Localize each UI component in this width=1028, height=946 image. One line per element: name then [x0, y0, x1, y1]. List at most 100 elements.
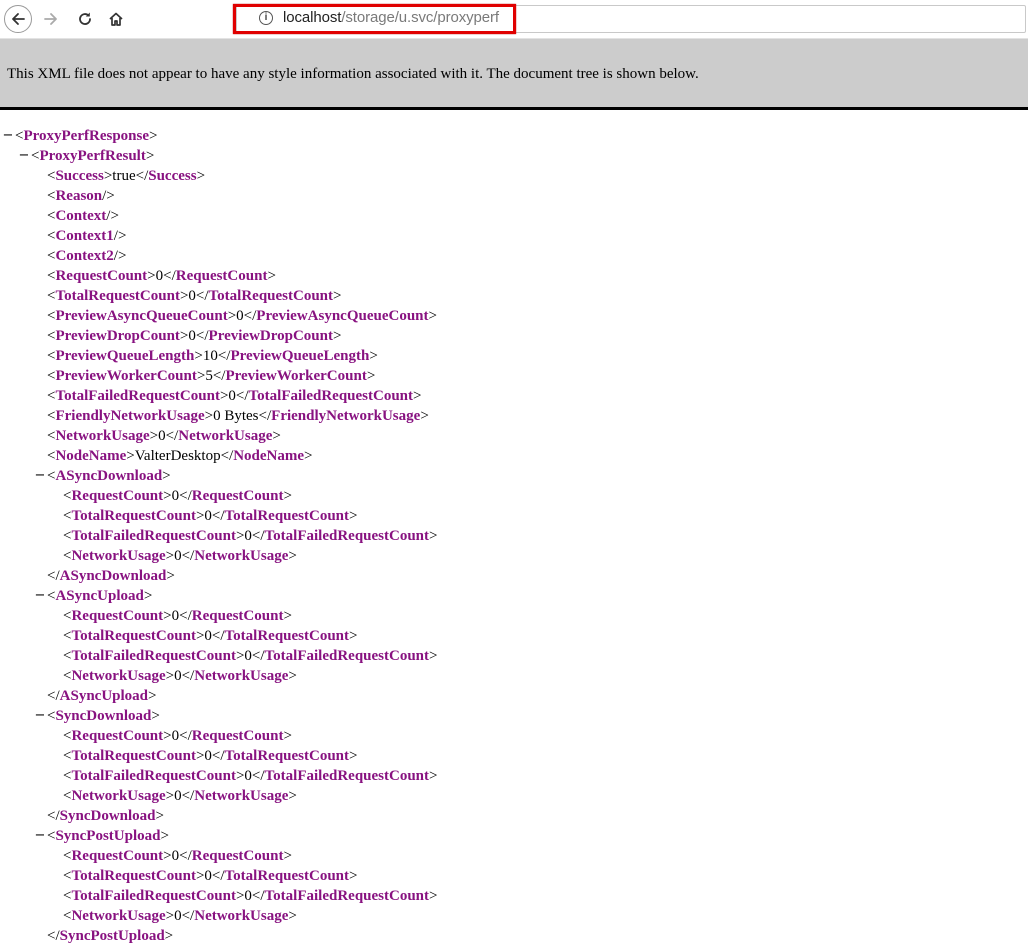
xml-line: <Context1/>: [0, 226, 1028, 246]
xml-tag-name: NetworkUsage: [194, 788, 289, 804]
collapse-toggle-icon[interactable]: −: [1, 126, 15, 146]
xml-punct: >: [162, 468, 171, 484]
xml-text-value: 0: [244, 528, 252, 544]
xml-punct: >: [194, 348, 203, 364]
xml-tag-name: PreviewWorkerCount: [55, 368, 197, 384]
xml-line: <NetworkUsage>0</NetworkUsage>: [0, 546, 1028, 566]
xml-punct: >: [166, 568, 175, 584]
xml-tag-name: RequestCount: [191, 728, 284, 744]
xml-tag-name: Reason: [55, 188, 103, 204]
xml-punct: >: [272, 428, 281, 444]
xml-punct: >: [429, 888, 438, 904]
xml-line: <NetworkUsage>0</NetworkUsage>: [0, 906, 1028, 926]
xml-tag-name: FriendlyNetworkUsage: [55, 408, 205, 424]
xml-tag-name: TotalRequestCount: [224, 628, 350, 644]
xml-text-value: 0: [204, 868, 212, 884]
xml-line-content: <NetworkUsage>0</NetworkUsage>: [63, 786, 297, 806]
xml-tag-name: NodeName: [233, 448, 305, 464]
xml-tag-name: TotalRequestCount: [224, 748, 350, 764]
xml-line-content: <TotalFailedRequestCount>0</TotalFailedR…: [63, 526, 437, 546]
xml-punct: />: [113, 228, 127, 244]
xml-tag-name: PreviewQueueLength: [55, 348, 195, 364]
xml-line: − <ASyncUpload>: [0, 586, 1028, 606]
xml-punct: >: [163, 608, 172, 624]
collapse-toggle-icon[interactable]: −: [17, 146, 31, 166]
xml-line-content: <NetworkUsage>0</NetworkUsage>: [63, 546, 297, 566]
xml-tag-name: SyncDownload: [55, 708, 152, 724]
xml-line: </ASyncDownload>: [0, 566, 1028, 586]
xml-punct: >: [160, 828, 169, 844]
collapse-toggle-icon[interactable]: −: [33, 706, 47, 726]
xml-punct: >: [413, 388, 422, 404]
xml-punct: </: [181, 668, 195, 684]
xml-punct: >: [428, 308, 437, 324]
xml-tag-name: ASyncDownload: [55, 468, 163, 484]
xml-line: <Reason/>: [0, 186, 1028, 206]
xml-line: </SyncDownload>: [0, 806, 1028, 826]
xml-tag-name: RequestCount: [191, 848, 284, 864]
xml-tag-name: NetworkUsage: [194, 908, 289, 924]
xml-line-content: <ProxyPerfResult>: [31, 146, 154, 166]
xml-punct: >: [163, 728, 172, 744]
xml-tag-name: SyncPostUpload: [59, 928, 165, 944]
xml-line: <PreviewQueueLength>10</PreviewQueueLeng…: [0, 346, 1028, 366]
xml-text-value: 0: [155, 268, 164, 284]
xml-line-content: <TotalRequestCount>0</TotalRequestCount>: [63, 866, 357, 886]
site-info-icon[interactable]: i: [259, 11, 273, 25]
xml-line: <RequestCount>0</RequestCount>: [0, 486, 1028, 506]
xml-line-content: <NetworkUsage>0</NetworkUsage>: [47, 426, 281, 446]
xml-tag-name: NetworkUsage: [71, 548, 166, 564]
xml-line: <TotalFailedRequestCount>0</TotalFailedR…: [0, 766, 1028, 786]
xml-text-value: 0: [171, 848, 180, 864]
xml-text-value: ValterDesktop: [134, 448, 221, 464]
xml-punct: >: [163, 848, 172, 864]
url-path: /storage/u.svc/proxyperf: [341, 9, 499, 26]
forward-button[interactable]: [36, 4, 66, 34]
xml-punct: >: [429, 648, 438, 664]
xml-line-content: <RequestCount>0</RequestCount>: [47, 266, 276, 286]
xml-text-value: 10: [202, 348, 218, 364]
xml-tag-name: RequestCount: [55, 268, 148, 284]
xml-tag-name: PreviewWorkerCount: [225, 368, 367, 384]
xml-line-content: <PreviewDropCount>0</PreviewDropCount>: [47, 326, 341, 346]
xml-punct: </: [211, 748, 225, 764]
xml-tag-name: TotalFailedRequestCount: [71, 888, 236, 904]
back-button[interactable]: [3, 4, 33, 34]
xml-line-content: <ASyncUpload>: [47, 586, 152, 606]
xml-line: <Context/>: [0, 206, 1028, 226]
xml-punct: </: [179, 608, 192, 624]
xml-punct: >: [369, 348, 378, 364]
xml-punct: </: [235, 388, 249, 404]
xml-tag-name: Context2: [55, 248, 114, 264]
xml-tag-name: Context: [55, 208, 107, 224]
collapse-toggle-icon[interactable]: −: [33, 466, 47, 486]
collapse-toggle-icon[interactable]: −: [33, 586, 47, 606]
xml-tag-name: SyncPostUpload: [55, 828, 161, 844]
xml-punct: >: [429, 528, 438, 544]
xml-punct: </: [258, 408, 272, 424]
xml-line: <TotalRequestCount>0</TotalRequestCount>: [0, 746, 1028, 766]
xml-punct: >: [196, 168, 206, 184]
xml-tag-name: PreviewAsyncQueueCount: [55, 308, 228, 324]
url-text[interactable]: localhost/storage/u.svc/proxyperf: [283, 9, 499, 26]
xml-punct: </: [179, 728, 192, 744]
xml-tag-name: FriendlyNetworkUsage: [271, 408, 421, 424]
xml-punct: </: [181, 788, 195, 804]
xml-tag-name: ProxyPerfResult: [39, 148, 146, 164]
home-button[interactable]: [101, 4, 131, 34]
xml-tag-name: PreviewDropCount: [208, 328, 333, 344]
xml-tag-name: TotalFailedRequestCount: [71, 768, 236, 784]
xml-line-content: <Context2/>: [47, 246, 126, 266]
xml-tag-name: RequestCount: [191, 608, 284, 624]
xml-punct: </: [135, 168, 149, 184]
xml-line: <TotalRequestCount>0</TotalRequestCount>: [0, 626, 1028, 646]
xml-line-content: <TotalRequestCount>0</TotalRequestCount>: [63, 746, 357, 766]
xml-punct: >: [149, 428, 159, 444]
xml-punct: >: [165, 548, 175, 564]
xml-text-value: 0: [171, 608, 180, 624]
xml-style-notice-text: This XML file does not appear to have an…: [7, 66, 699, 82]
reload-button[interactable]: [70, 4, 100, 34]
collapse-toggle-icon[interactable]: −: [33, 826, 47, 846]
xml-line-content: <ProxyPerfResponse>: [15, 126, 157, 146]
xml-punct: </: [212, 368, 226, 384]
